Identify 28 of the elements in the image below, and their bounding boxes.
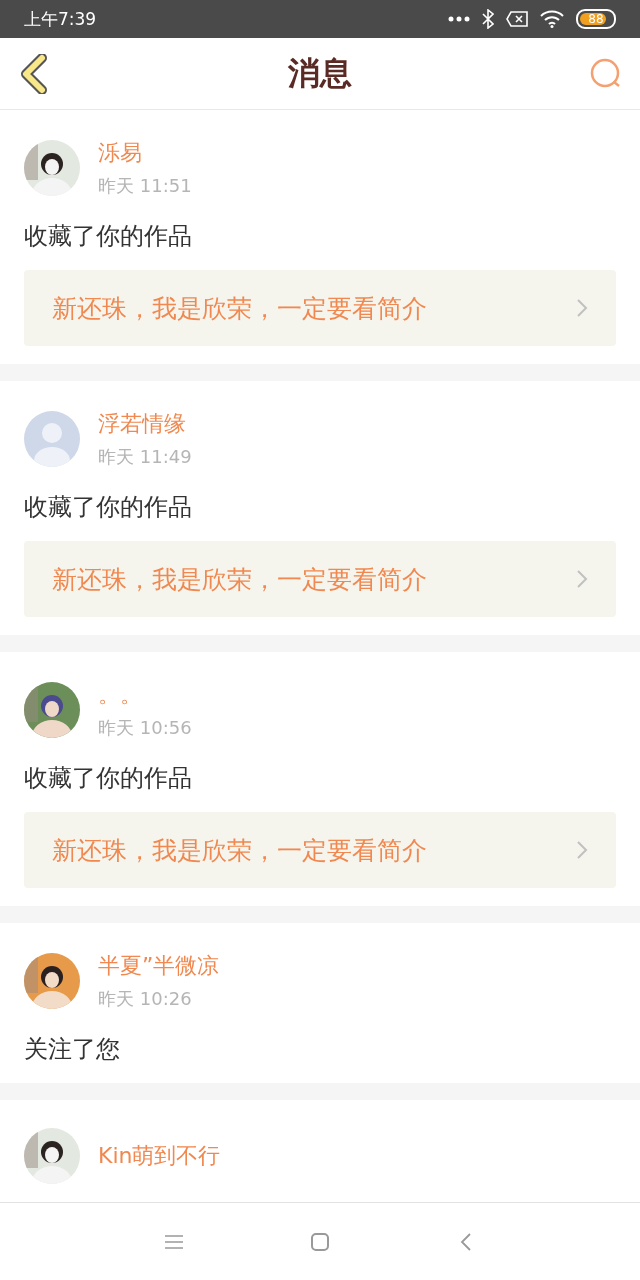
chevron-right-icon [576, 569, 588, 589]
user-name[interactable]: 泺易 [98, 138, 192, 168]
user-name[interactable]: Kin萌到不行 [98, 1141, 221, 1171]
work-link[interactable]: 新还珠，我是欣荣，一定要看简介 [24, 270, 616, 346]
message-text: 收藏了你的作品 [24, 221, 193, 252]
back-icon[interactable] [460, 1231, 472, 1252]
message-time: 昨天 11:51 [98, 174, 192, 198]
message-text: 收藏了你的作品 [24, 763, 193, 794]
chevron-right-icon [576, 298, 588, 318]
more-icon [448, 16, 470, 22]
user-name[interactable]: 半夏”半微凉 [98, 951, 220, 981]
message-time: 昨天 10:26 [98, 987, 193, 1011]
user-name[interactable]: 浮若情缘 [98, 409, 192, 439]
battery-indicator: 88 [576, 9, 616, 29]
page-title: 消息 [288, 52, 352, 94]
user-name[interactable]: 。。 [98, 680, 192, 710]
message-text: 关注了您 [24, 1034, 121, 1065]
chevron-right-icon [576, 840, 588, 860]
message-time: 昨天 10:56 [98, 716, 192, 740]
message-time: 昨天 11:49 [98, 445, 192, 469]
work-link[interactable]: 新还珠，我是欣荣，一定要看简介 [24, 812, 616, 888]
sim-icon [506, 11, 528, 27]
message-text: 收藏了你的作品 [24, 492, 193, 523]
home-icon[interactable] [310, 1231, 330, 1252]
wifi-icon [540, 10, 564, 28]
status-time: 上午7:39 [24, 7, 97, 31]
bluetooth-icon [482, 9, 494, 29]
work-link[interactable]: 新还珠，我是欣荣，一定要看简介 [24, 541, 616, 617]
